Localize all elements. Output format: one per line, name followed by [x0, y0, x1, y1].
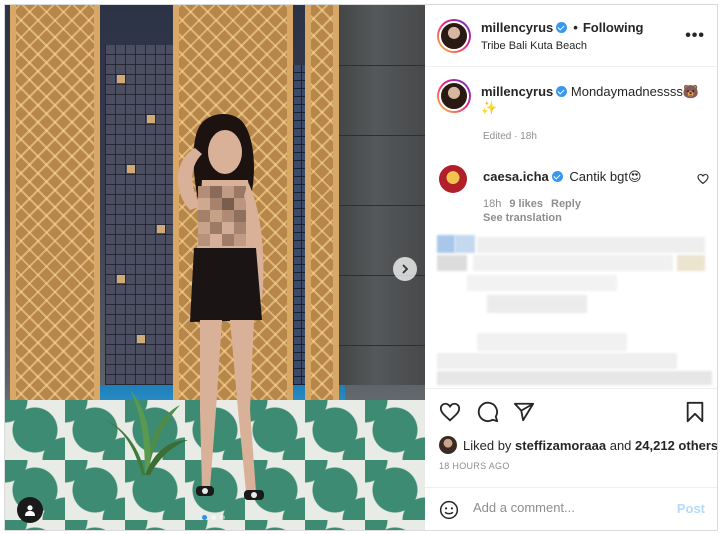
- lattice-screen-right: [305, 5, 339, 425]
- carousel-dots: [202, 515, 225, 520]
- comment-composer: Post: [425, 487, 717, 530]
- stone-wall: [325, 5, 425, 385]
- heart-icon[interactable]: [697, 173, 709, 185]
- comment-likes[interactable]: 9 likes: [509, 198, 543, 210]
- post-side-panel: millencyrus • Following Tribe Bali Kuta Be…: [425, 5, 717, 530]
- emoji-icon[interactable]: [439, 500, 459, 520]
- verified-icon: [556, 86, 568, 97]
- blurred-comments: [437, 235, 712, 385]
- likes-count[interactable]: 24,212 others: [635, 438, 717, 453]
- verified-icon: [551, 171, 563, 182]
- comment-body: caesa.icha Cantik bgt😍: [483, 169, 642, 185]
- author-username[interactable]: millencyrus: [481, 20, 553, 35]
- post-dialog: millencyrus • Following Tribe Bali Kuta Be…: [4, 4, 718, 531]
- comment-time[interactable]: 18h: [483, 198, 501, 210]
- liker-avatar[interactable]: [439, 436, 457, 454]
- next-photo-button[interactable]: [393, 257, 417, 281]
- user-tag-icon: [25, 505, 35, 516]
- header-user-line: millencyrus • Following: [481, 20, 643, 35]
- heart-icon[interactable]: [439, 401, 461, 423]
- reply-button[interactable]: Reply: [551, 198, 581, 210]
- separator-dot: •: [573, 20, 578, 35]
- liker-username[interactable]: steffizamoraaa: [515, 438, 606, 453]
- more-icon[interactable]: •••: [685, 27, 705, 45]
- caption-avatar[interactable]: [437, 79, 471, 113]
- caption-edited-time: Edited · 18h: [483, 131, 537, 142]
- carousel-dot: [202, 515, 207, 520]
- author-avatar[interactable]: [437, 19, 471, 53]
- caption-text: Mondaymadnessss: [570, 84, 683, 99]
- comment-text: Cantik bgt😍: [569, 169, 642, 184]
- tagged-users-button[interactable]: [17, 497, 43, 523]
- see-translation-link[interactable]: See translation: [483, 212, 562, 224]
- commenter-username[interactable]: caesa.icha: [483, 169, 549, 184]
- post-timestamp[interactable]: 18 HOURS AGO: [439, 461, 510, 471]
- location-link[interactable]: Tribe Bali Kuta Beach: [481, 40, 587, 52]
- share-icon[interactable]: [513, 401, 535, 423]
- post-photo[interactable]: [5, 5, 425, 530]
- caption-username[interactable]: millencyrus: [481, 84, 553, 99]
- commenter-avatar[interactable]: [439, 165, 467, 193]
- likes-summary: Liked by steffizamoraaa and 24,212 other…: [439, 436, 717, 454]
- action-bar: [425, 388, 717, 436]
- comment-icon[interactable]: [477, 401, 499, 423]
- carousel-dot: [220, 515, 225, 520]
- caption-emoji: 🐻: [682, 84, 700, 99]
- liked-by-label: Liked by: [463, 437, 512, 453]
- comment-input[interactable]: [473, 500, 663, 515]
- post-comment-button[interactable]: Post: [677, 501, 705, 516]
- verified-icon: [556, 22, 568, 33]
- post-header: millencyrus • Following Tribe Bali Kuta Be…: [425, 5, 717, 67]
- caption-emoji: ✨: [481, 100, 498, 115]
- and-label: and: [609, 437, 632, 453]
- following-button[interactable]: Following: [583, 20, 644, 35]
- model-figure: [177, 114, 264, 500]
- caption: millencyrus Mondaymadnessss🐻 ✨: [481, 84, 706, 116]
- bookmark-icon[interactable]: [685, 401, 705, 423]
- chevron-right-icon: [402, 264, 409, 274]
- carousel-dot: [211, 515, 216, 520]
- comment-meta: 18h 9 likes Reply: [483, 198, 589, 210]
